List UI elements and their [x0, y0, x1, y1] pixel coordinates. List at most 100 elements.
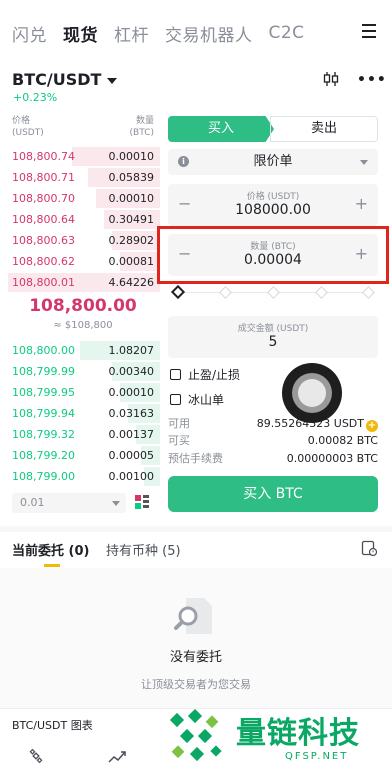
- binance-logo-icon[interactable]: [27, 747, 45, 765]
- slider-step-100[interactable]: [362, 286, 375, 299]
- ask-row[interactable]: 108,800.64 0.30491: [0, 209, 160, 230]
- bid-qty: 0.00137: [108, 428, 155, 441]
- ask-row[interactable]: 108,800.01 4.64226: [0, 272, 160, 293]
- tab-c2c[interactable]: C2C: [269, 23, 305, 43]
- ask-qty: 0.05839: [108, 171, 155, 184]
- caret-down-icon: [107, 77, 118, 84]
- slider-handle[interactable]: [170, 284, 186, 300]
- ask-price: 108,800.63: [12, 234, 75, 247]
- buy-sell-toggle: 买入 卖出: [168, 116, 378, 142]
- bid-row[interactable]: 108,799.94 0.03163: [0, 403, 160, 424]
- assistive-core: [298, 379, 326, 407]
- price-column-unit: (USDT): [12, 128, 44, 138]
- bid-price: 108,799.99: [12, 365, 75, 378]
- bid-price: 108,800.00: [12, 344, 75, 357]
- tab-convert[interactable]: 闪兑: [12, 21, 47, 46]
- bid-row[interactable]: 108,799.99 0.00340: [0, 361, 160, 382]
- sell-tab[interactable]: 卖出: [270, 116, 378, 142]
- tab-spot[interactable]: 现货: [63, 21, 98, 46]
- bid-row[interactable]: 108,799.00 0.00100: [0, 466, 160, 487]
- fee-value: 0.00000003 BTC: [286, 452, 378, 465]
- price-input[interactable]: − 价格 (USDT) 108000.00 +: [168, 184, 378, 226]
- bid-row[interactable]: 108,800.00 1.08207: [0, 340, 160, 361]
- ask-qty: 0.00081: [108, 255, 155, 268]
- ask-qty: 4.64226: [108, 276, 155, 289]
- ask-row[interactable]: 108,800.71 0.05839: [0, 167, 160, 188]
- qty-column-unit: (BTC): [129, 128, 154, 138]
- chevron-down-icon: [112, 501, 120, 506]
- bid-price: 108,799.95: [12, 386, 75, 399]
- trend-chart-icon[interactable]: [108, 749, 126, 765]
- slider-step-25[interactable]: [219, 286, 232, 299]
- watermark-logo: [169, 709, 222, 762]
- bid-qty: 0.00005: [108, 449, 155, 462]
- order-type-select[interactable]: i 限价单: [168, 149, 378, 175]
- ask-qty: 0.28902: [108, 234, 155, 247]
- bid-price: 108,799.00: [12, 470, 75, 483]
- bid-price: 108,799.32: [12, 428, 75, 441]
- candlestick-chart-icon[interactable]: [322, 70, 340, 88]
- ask-qty: 0.00010: [108, 192, 155, 205]
- tab-open-orders[interactable]: 当前委托 (0): [12, 540, 89, 559]
- tab-trading-bot[interactable]: 交易机器人: [165, 21, 253, 46]
- empty-title: 没有委托: [169, 650, 222, 665]
- orderbook-bids: 108,800.00 1.08207 108,799.99 0.00340 108,…: [0, 340, 160, 487]
- price-value[interactable]: 108000.00: [168, 202, 378, 218]
- ask-price: 108,800.01: [12, 276, 75, 289]
- chevron-down-icon: [360, 160, 368, 165]
- total-caption: 成交金额 (USDT): [237, 324, 309, 334]
- bid-qty: 0.00100: [108, 470, 155, 483]
- empty-subtitle[interactable]: 让顶级交易者为您交易: [0, 676, 392, 692]
- fee-label: 预估手续费: [168, 452, 223, 465]
- bid-price: 108,799.20: [12, 449, 75, 462]
- depth-step-value: 0.01: [20, 496, 45, 509]
- tab-margin[interactable]: 杠杆: [114, 21, 149, 46]
- checkbox-icon: [170, 394, 181, 405]
- bid-qty: 1.08207: [108, 344, 155, 357]
- empty-search-icon: [174, 598, 212, 634]
- pair-selector[interactable]: BTC/USDT: [12, 70, 118, 89]
- order-history-icon[interactable]: [361, 540, 377, 556]
- ask-qty: 0.30491: [108, 213, 155, 226]
- last-price-fiat: ≈ $108,800: [53, 320, 113, 331]
- total-input[interactable]: 成交金额 (USDT) 5: [168, 316, 378, 358]
- depth-step-select[interactable]: 0.01: [12, 493, 126, 513]
- more-icon[interactable]: •••: [357, 72, 386, 88]
- iceberg-checkbox[interactable]: 冰山单: [170, 391, 224, 408]
- orderbook-asks: 108,800.74 0.00010 108,800.71 0.05839 108,…: [0, 146, 160, 293]
- ask-qty: 0.00010: [108, 150, 155, 163]
- buy-tab[interactable]: 买入: [168, 116, 274, 142]
- layout-icon[interactable]: [134, 494, 150, 510]
- highlight-box: [157, 226, 389, 284]
- ask-price: 108,800.62: [12, 255, 75, 268]
- ask-row[interactable]: 108,800.74 0.00010: [0, 146, 160, 167]
- tpsl-label: 止盈/止损: [188, 368, 241, 382]
- bid-row[interactable]: 108,799.95 0.00010: [0, 382, 160, 403]
- hamburger-menu-icon[interactable]: [362, 24, 376, 38]
- chart-label[interactable]: BTC/USDT 图表: [12, 717, 93, 733]
- pair-symbol: BTC/USDT: [12, 70, 102, 89]
- assistive-touch-button[interactable]: [282, 363, 342, 423]
- bid-row[interactable]: 108,799.20 0.00005: [0, 445, 160, 466]
- price-increase-button[interactable]: +: [355, 194, 368, 214]
- ask-row[interactable]: 108,800.63 0.28902: [0, 230, 160, 251]
- ask-row[interactable]: 108,800.62 0.00081: [0, 251, 160, 272]
- watermark-text: 量链科技: [236, 716, 360, 751]
- buy-submit-button[interactable]: 买入 BTC: [168, 476, 378, 512]
- price-column-label: 价格: [12, 116, 31, 126]
- slider-step-75[interactable]: [315, 286, 328, 299]
- tpsl-checkbox[interactable]: 止盈/止损: [170, 366, 240, 383]
- slider-step-50[interactable]: [267, 286, 280, 299]
- ask-row[interactable]: 108,800.70 0.00010: [0, 188, 160, 209]
- bid-row[interactable]: 108,799.32 0.00137: [0, 424, 160, 445]
- checkbox-icon: [170, 369, 181, 380]
- bid-qty: 0.00010: [108, 386, 155, 399]
- add-funds-icon[interactable]: +: [366, 420, 378, 432]
- last-price[interactable]: 108,800.00: [0, 296, 166, 316]
- total-value[interactable]: 5: [168, 334, 378, 350]
- active-tab-indicator: [44, 564, 60, 567]
- tab-holdings[interactable]: 持有币种 (5): [106, 540, 181, 559]
- qty-column-label: 数量: [135, 116, 154, 126]
- amount-slider[interactable]: [170, 284, 376, 300]
- ask-price: 108,800.74: [12, 150, 75, 163]
